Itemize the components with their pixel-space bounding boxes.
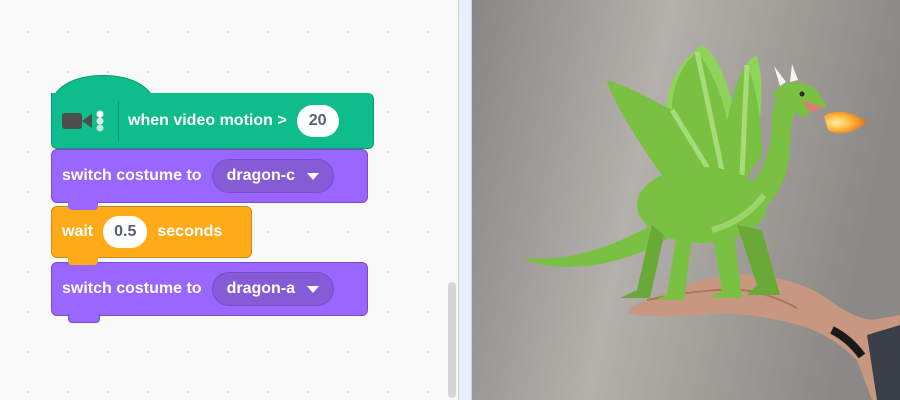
video-sensing-icon [96,110,104,131]
switch-costume-label-1: switch costume to [62,167,202,184]
block-separator [118,100,119,141]
costume-dropdown-1[interactable]: dragon-c [211,159,335,193]
when-video-motion-block[interactable]: when video motion > 20 [51,93,374,149]
switch-costume-block-2[interactable]: switch costume to dragon-a [51,262,368,323]
switch-costume-label-2: switch costume to [62,280,202,297]
pane-divider[interactable] [458,0,472,400]
dropdown-arrow-icon [307,172,320,180]
block-notch [68,202,98,210]
stage-canvas [472,0,900,400]
block-notch [68,314,100,323]
block-notch [68,257,98,265]
seconds-label: seconds [157,223,223,240]
dropdown-arrow-icon [307,285,320,293]
hat-block-label: when video motion > [128,111,287,129]
costume-dropdown-2[interactable]: dragon-a [211,272,335,306]
switch-costume-block-1[interactable]: switch costume to dragon-c [51,149,368,210]
stage[interactable] [472,0,900,400]
wait-block[interactable]: wait 0.5 seconds [51,206,252,265]
costume-dropdown-value-2: dragon-a [226,280,296,297]
code-area[interactable]: when video motion > 20 switch costume to… [0,0,458,400]
motion-threshold-input[interactable]: 20 [296,104,339,137]
costume-dropdown-value-1: dragon-c [226,167,296,184]
workspace-scrollbar[interactable] [448,282,456,398]
wait-seconds-input[interactable]: 0.5 [103,216,148,248]
video-camera-icon [62,109,106,133]
wait-label: wait [62,223,94,240]
